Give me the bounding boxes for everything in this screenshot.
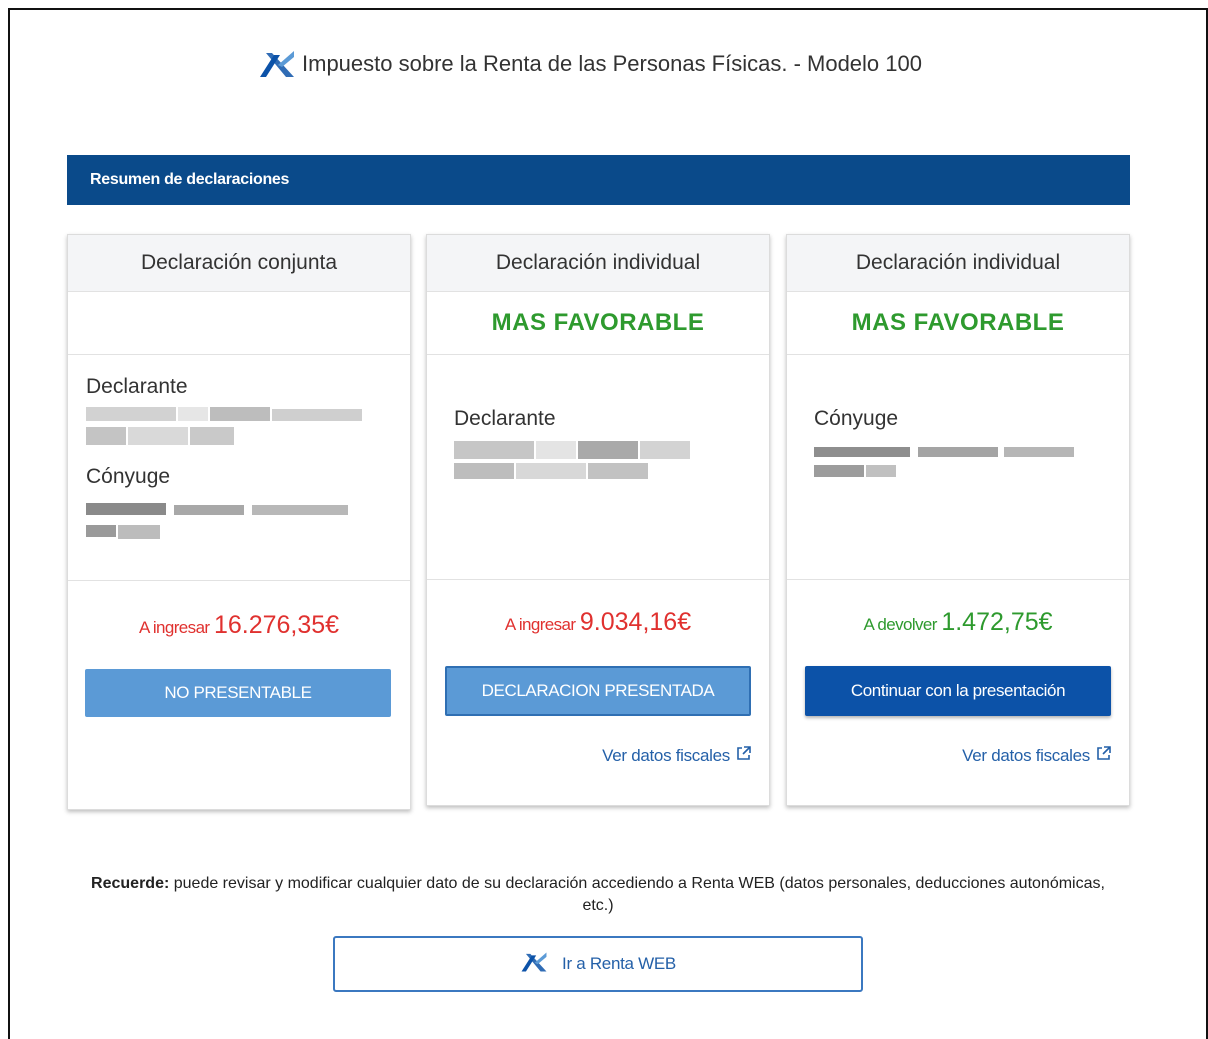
page-header: Impuesto sobre la Renta de las Personas … (258, 44, 922, 84)
role-label-conyuge: Cónyuge (86, 465, 171, 488)
aeat-logo-icon (520, 951, 548, 978)
button-label: DECLARACION PRESENTADA (481, 681, 715, 700)
card-title: Declaración individual (787, 235, 1129, 292)
card-title-text: Declaración individual (855, 251, 1061, 274)
favorable-label: MAS FAVORABLE (491, 309, 705, 336)
reminder-text: Recuerde: puede revisar y modificar cual… (88, 873, 1108, 917)
card-individual-declarante: Declaración individual MAS FAVORABLE Dec… (426, 234, 770, 806)
favorable-label: MAS FAVORABLE (851, 309, 1065, 336)
reminder-bold: Recuerde: (91, 875, 170, 892)
not-presentable-button[interactable]: NO PRESENTABLE (85, 669, 391, 717)
view-fiscal-data-link[interactable]: Ver datos fiscales (602, 746, 751, 766)
card-joint-declaration: Declaración conjunta Declarante Cónyuge … (67, 234, 411, 810)
result-prefix: A ingresar (504, 615, 576, 634)
redacted-name (86, 407, 386, 459)
link-label: Ver datos fiscales (602, 746, 730, 765)
declaration-presented-button[interactable]: DECLARACION PRESENTADA (445, 666, 751, 716)
role-label-declarante: Declarante (86, 375, 188, 398)
button-label: Continuar con la presentación (850, 681, 1066, 700)
card-title: Declaración individual (427, 235, 769, 292)
external-link-icon (736, 746, 751, 766)
redacted-name (814, 447, 1084, 485)
card-result: A ingresar 16.276,35€ NO PRESENTABLE (68, 581, 410, 809)
result-line: A ingresar 16.276,35€ (68, 611, 410, 640)
card-result: A ingresar 9.034,16€ DECLARACION PRESENT… (427, 580, 769, 806)
card-favorable: MAS FAVORABLE (787, 292, 1129, 355)
result-line: A devolver 1.472,75€ (787, 608, 1129, 637)
card-persons: Declarante Cónyuge (68, 355, 410, 581)
section-title: Resumen de declaraciones (90, 171, 290, 188)
continue-presentation-button[interactable]: Continuar con la presentación (805, 666, 1111, 716)
result-amount: 16.276,35€ (213, 611, 340, 639)
card-persons: Declarante (427, 355, 769, 580)
button-label: NO PRESENTABLE (164, 683, 312, 702)
result-amount: 1.472,75€ (941, 608, 1053, 636)
redacted-name (86, 503, 356, 547)
section-bar: Resumen de declaraciones (67, 155, 1130, 205)
card-title-text: Declaración conjunta (140, 251, 338, 274)
aeat-logo-icon (258, 49, 296, 79)
card-favorable-empty (68, 292, 410, 355)
reminder-body: puede revisar y modificar cualquier dato… (169, 875, 1105, 914)
link-label: Ver datos fiscales (962, 746, 1090, 765)
button-label: Ir a Renta WEB (562, 954, 676, 973)
card-individual-conyuge: Declaración individual MAS FAVORABLE Cón… (786, 234, 1130, 806)
card-title: Declaración conjunta (68, 235, 410, 292)
go-to-renta-web-button[interactable]: Ir a Renta WEB (333, 936, 863, 992)
page-title: Impuesto sobre la Renta de las Personas … (302, 51, 922, 76)
result-amount: 9.034,16€ (579, 608, 692, 636)
card-title-text: Declaración individual (495, 251, 701, 274)
result-prefix: A ingresar (138, 618, 210, 637)
card-persons: Cónyuge (787, 355, 1129, 580)
card-favorable: MAS FAVORABLE (427, 292, 769, 355)
result-line: A ingresar 9.034,16€ (427, 608, 769, 637)
view-fiscal-data-link[interactable]: Ver datos fiscales (962, 746, 1111, 766)
result-prefix: A devolver (863, 615, 937, 634)
role-label-declarante: Declarante (454, 407, 556, 430)
redacted-name (454, 441, 699, 485)
external-link-icon (1096, 746, 1111, 766)
card-result: A devolver 1.472,75€ Continuar con la pr… (787, 580, 1129, 806)
role-label-conyuge: Cónyuge (814, 407, 899, 430)
